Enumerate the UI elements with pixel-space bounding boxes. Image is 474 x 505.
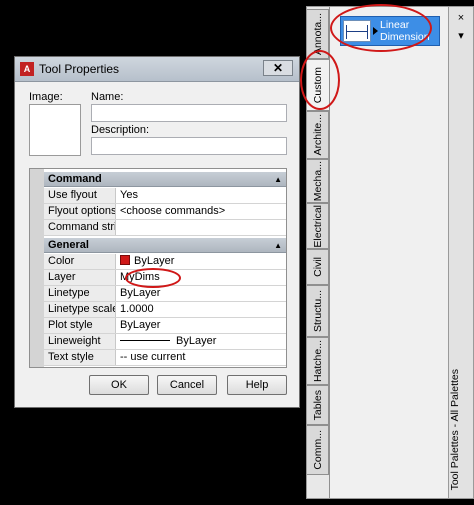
name-field[interactable] [91, 104, 287, 122]
image-label: Image: [29, 91, 63, 103]
ok-button[interactable]: OK [89, 375, 149, 395]
prop-row-text-style[interactable]: Text style -- use current [44, 350, 286, 366]
tab-custom[interactable]: Custom [307, 59, 329, 111]
collapse-icon[interactable]: ▲ [274, 238, 282, 253]
tool-label: Linear Dimension [380, 19, 430, 43]
prop-row-layer[interactable]: Layer MyDims [44, 270, 286, 286]
dialog-title: Tool Properties [39, 62, 120, 76]
tab-annotation[interactable]: Annota... [307, 9, 329, 59]
color-swatch-icon [120, 255, 130, 265]
tab-electrical[interactable]: Electrical [307, 203, 329, 249]
description-label: Description: [91, 124, 150, 136]
tool-image-preview[interactable] [29, 104, 81, 156]
tab-architectural[interactable]: Archite... [307, 111, 329, 159]
palette-title: Tool Palettes - All Palettes [449, 368, 461, 490]
section-header-command[interactable]: Command ▲ [44, 172, 286, 187]
cancel-button[interactable]: Cancel [157, 375, 217, 395]
properties-grid: Command ▲ Use flyout Yes Flyout options … [29, 168, 287, 368]
palette-content-area: Linear Dimension [329, 7, 452, 498]
prop-row-command-string[interactable]: Command stri... [44, 220, 286, 236]
tab-structural[interactable]: Structu... [307, 285, 329, 337]
name-label: Name: [91, 91, 124, 103]
tool-properties-dialog: A Tool Properties ✕ Image: Name: Descrip… [14, 56, 300, 408]
prop-row-linetype[interactable]: Linetype ByLayer [44, 286, 286, 302]
collapse-icon[interactable]: ▲ [274, 172, 282, 187]
help-button[interactable]: Help [227, 375, 287, 395]
tab-mechanical[interactable]: Mecha... [307, 159, 329, 203]
dialog-titlebar[interactable]: A Tool Properties ✕ [15, 57, 299, 82]
palette-titlebar[interactable]: × ▾ Tool Palettes - All Palettes [448, 7, 473, 498]
section-header-general[interactable]: General ▲ [44, 238, 286, 253]
prop-row-linetype-scale[interactable]: Linetype scale 1.0000 [44, 302, 286, 318]
description-field[interactable] [91, 137, 287, 155]
autocad-app-icon: A [20, 62, 34, 76]
tab-tables[interactable]: Tables [307, 385, 329, 425]
prop-row-lineweight[interactable]: Lineweight ByLayer [44, 334, 286, 350]
palette-menu-icon[interactable]: ▾ [454, 29, 468, 43]
flyout-arrow-icon [373, 27, 378, 35]
prop-row-color[interactable]: Color ByLayer [44, 254, 286, 270]
tab-hatches[interactable]: Hatche... [307, 337, 329, 385]
prop-row-use-flyout[interactable]: Use flyout Yes [44, 188, 286, 204]
tab-civil[interactable]: Civil [307, 249, 329, 285]
linear-dimension-tool[interactable]: Linear Dimension [340, 16, 440, 46]
palette-tab-strip: Annota... Custom Archite... Mecha... Ele… [307, 7, 329, 498]
tool-palettes-window: Annota... Custom Archite... Mecha... Ele… [306, 6, 474, 499]
tab-command[interactable]: Comm... [307, 425, 329, 475]
linear-dimension-icon [343, 20, 371, 42]
palette-close-icon[interactable]: × [454, 11, 468, 25]
prop-row-plot-style[interactable]: Plot style ByLayer [44, 318, 286, 334]
lineweight-sample-icon [120, 340, 170, 341]
dialog-close-button[interactable]: ✕ [263, 60, 293, 76]
prop-row-flyout-options[interactable]: Flyout options <choose commands> [44, 204, 286, 220]
